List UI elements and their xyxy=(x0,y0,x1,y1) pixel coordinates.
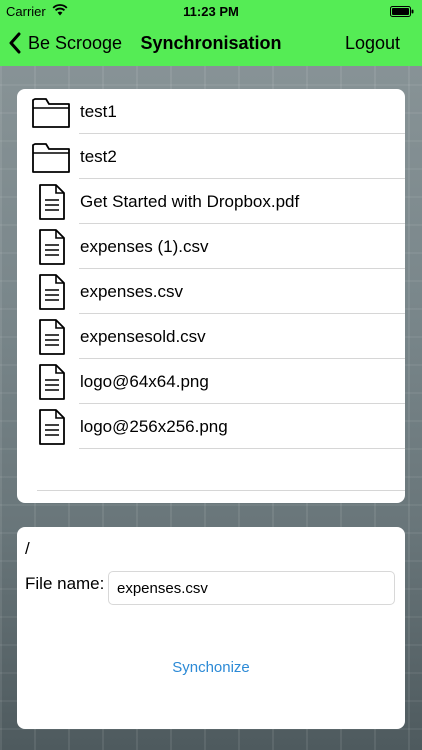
navigation-bar: Be Scrooge Synchronisation Logout xyxy=(0,22,422,66)
status-bar: Carrier 11:23 PM xyxy=(0,0,422,22)
list-item[interactable]: expenses (1).csv xyxy=(17,224,405,269)
file-name-input[interactable] xyxy=(108,571,395,605)
file-name: expensesold.csv xyxy=(80,326,206,346)
battery-icon xyxy=(390,6,414,17)
current-path: / xyxy=(25,539,30,558)
file-name: expenses (1).csv xyxy=(80,236,209,256)
list-item[interactable]: test2 xyxy=(17,134,405,179)
list-item[interactable]: test1 xyxy=(17,89,405,134)
list-item[interactable]: logo@256x256.png xyxy=(17,404,405,449)
file-name: test2 xyxy=(80,146,117,166)
file-name: Get Started with Dropbox.pdf xyxy=(80,191,300,211)
back-button-label: Be Scrooge xyxy=(28,32,123,53)
document-icon xyxy=(39,408,65,445)
folder-icon xyxy=(32,97,70,128)
file-name: expenses.csv xyxy=(80,281,183,301)
document-icon xyxy=(39,318,65,355)
file-name: logo@64x64.png xyxy=(80,371,209,391)
document-icon xyxy=(39,228,65,265)
document-icon xyxy=(39,183,65,220)
list-item[interactable]: Get Started with Dropbox.pdf xyxy=(17,179,405,224)
status-time: 11:23 PM xyxy=(183,4,239,19)
logout-button[interactable]: Logout xyxy=(345,33,400,54)
back-button[interactable]: Be Scrooge xyxy=(8,32,122,54)
file-name: test1 xyxy=(80,101,117,121)
synchronize-button[interactable]: Synchonize xyxy=(17,659,405,676)
file-name: logo@256x256.png xyxy=(80,416,228,436)
file-name-label: File name: xyxy=(25,574,105,593)
document-icon xyxy=(39,363,65,400)
file-list: test1 test2 Get Started with Dropbox.pdf… xyxy=(17,89,405,503)
row-divider xyxy=(79,448,405,449)
list-item[interactable]: expensesold.csv xyxy=(17,314,405,359)
row-divider xyxy=(37,490,405,491)
sync-form: / File name: Synchonize xyxy=(17,527,405,729)
folder-icon xyxy=(32,142,70,173)
header: Carrier 11:23 PM Be Scrooge Synchronisat… xyxy=(0,0,422,66)
document-icon xyxy=(39,273,65,310)
list-item[interactable]: logo@64x64.png xyxy=(17,359,405,404)
page-title-text: Synchronisation xyxy=(140,33,282,53)
chevron-left-icon xyxy=(9,32,21,54)
list-item[interactable]: expenses.csv xyxy=(17,269,405,314)
